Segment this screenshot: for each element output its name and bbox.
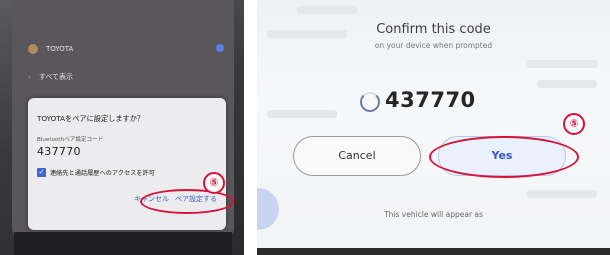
annotation-circle: [140, 189, 234, 214]
step-badge-right: ⑤: [563, 113, 585, 135]
pairing-code-label: Bluetoothペア設定コード: [37, 137, 104, 143]
background-show-all-label: すべて表示: [38, 73, 74, 81]
phone-photo-panel: TOYOTA › すべて表示 TOYOTAをペアに設定しますか？ Bluetoo…: [0, 0, 244, 255]
checkbox-contacts-access[interactable]: ✓: [37, 168, 46, 177]
device-avatar-icon: [28, 44, 38, 54]
screen-bottom-edge: [257, 248, 610, 255]
pairing-code: 437770: [37, 145, 81, 158]
background-device-row: TOYOTA: [28, 44, 73, 54]
background-blur-shape: [257, 188, 279, 230]
dialog-title: TOYOTAをペアに設定しますか？: [37, 114, 145, 123]
vehicle-appear-note: This vehicle will appear as: [384, 210, 483, 219]
gear-icon: [216, 44, 224, 52]
background-blur-bar: [297, 6, 357, 14]
phone-bottom-edge: [14, 232, 232, 255]
background-show-all-row: › すべて表示: [28, 73, 74, 81]
background-blur-bar: [527, 190, 597, 198]
loading-spinner-icon: [360, 92, 380, 112]
confirm-subtitle: on your device when prompted: [374, 41, 493, 50]
confirm-title: Confirm this code: [376, 22, 491, 37]
background-blur-bar: [267, 110, 337, 118]
confirm-code: 437770: [385, 88, 476, 112]
background-blur-bar: [527, 60, 597, 68]
background-device-name: TOYOTA: [46, 45, 74, 53]
cancel-button[interactable]: Cancel: [293, 136, 421, 176]
annotation-circle: [429, 136, 579, 178]
vehicle-screen-panel: Confirm this code on your device when pr…: [257, 0, 610, 255]
step-badge-left: ⑤: [203, 172, 225, 194]
background-blur-bar: [537, 80, 597, 88]
checkbox-label: 連絡先と通話履歴へのアクセスを許可: [50, 170, 155, 177]
